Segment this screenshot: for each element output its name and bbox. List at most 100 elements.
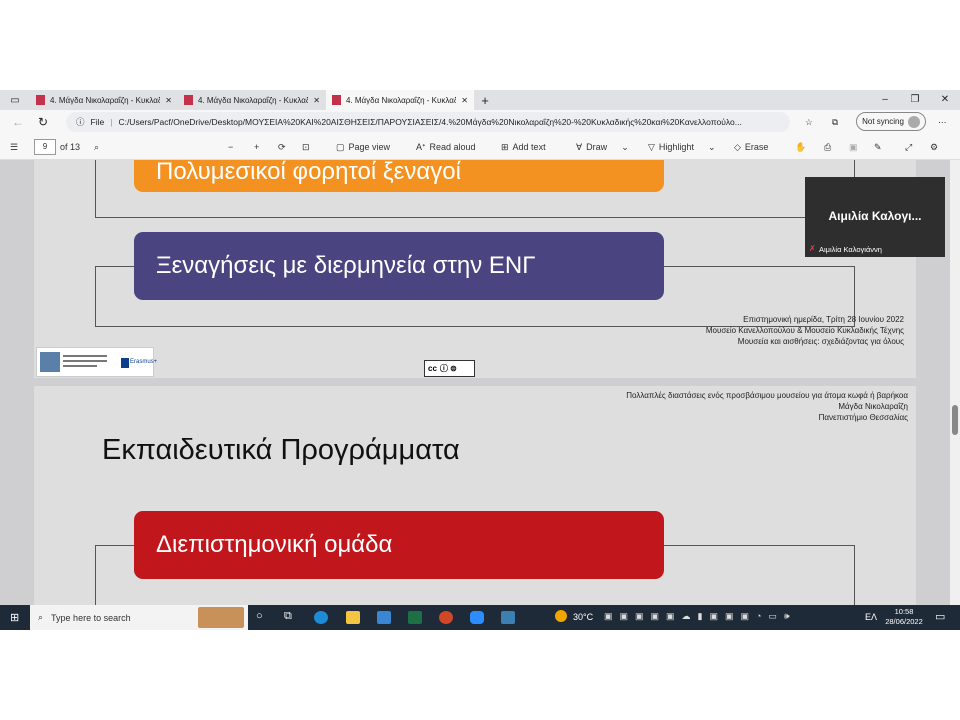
read-aloud-button[interactable]: Aᐩ Read aloud xyxy=(416,134,476,160)
chevron-down-icon: ⌄ xyxy=(707,141,716,152)
slide-page-9: Πολυμεσικοί φορητοί ξεναγοί Ξεναγήσεις μ… xyxy=(34,160,916,378)
pdf-icon xyxy=(184,95,193,105)
erasmus-logo: Erasmus+ xyxy=(36,347,158,377)
close-icon[interactable]: ✕ xyxy=(313,96,320,105)
file-explorer-icon[interactable] xyxy=(346,611,360,624)
zoom-in-icon[interactable]: + xyxy=(254,134,259,160)
scroll-thumb[interactable] xyxy=(952,405,958,435)
browser-tab-2[interactable]: 4. Μάγδα Νικολαραΐζη - Κυκλαδ ✕ xyxy=(178,90,326,110)
task-view-icon[interactable]: ⧉ xyxy=(284,610,292,623)
close-window-icon[interactable]: ✕ xyxy=(930,90,960,110)
chevron-down-icon: ⌄ xyxy=(621,141,629,152)
pdf-icon xyxy=(332,95,341,105)
print-icon[interactable]: ⎙ xyxy=(824,134,831,160)
refresh-icon[interactable]: ↻ xyxy=(38,115,48,129)
highlight-button[interactable]: ▽ Highlight ⌄ xyxy=(648,134,716,160)
find-icon[interactable]: ⌕ xyxy=(94,134,99,160)
page-view-button[interactable]: ▢ Page view xyxy=(336,134,390,160)
browser-window: ▭ 4. Μάγδα Νικολαραΐζη - Κυκλαδ ✕ 4. Μάγ… xyxy=(0,90,960,630)
url-box[interactable]: ⓘ File | C:/Users/Pacf/OneDrive/Desktop/… xyxy=(66,112,790,132)
zoom-out-icon[interactable]: − xyxy=(228,134,233,160)
more-icon[interactable]: ⋯ xyxy=(938,117,947,128)
video-call-tile[interactable]: Αιμιλία Καλογι... ✗ Αιμιλία Καλογιάννη xyxy=(805,177,945,257)
settings-icon[interactable]: ⚙ xyxy=(930,134,938,160)
collections-icon[interactable]: ⧉ xyxy=(832,117,838,128)
clock[interactable]: 10:58 28/06/2022 xyxy=(882,607,926,627)
mail-icon[interactable] xyxy=(377,611,391,624)
photos-icon[interactable] xyxy=(501,611,515,624)
notifications-icon[interactable]: ▭ xyxy=(935,610,945,623)
powerpoint-icon[interactable] xyxy=(439,611,453,624)
save-as-icon[interactable]: ✎ xyxy=(874,134,882,160)
taskbar-search[interactable]: ⌕ Type here to search xyxy=(30,605,248,630)
windows-start-icon[interactable]: ⊞ xyxy=(10,611,19,624)
tray-icons[interactable]: ▣▣▣▣▣☁▮▣▣▣◔▭🕪 xyxy=(604,611,797,622)
browser-tab-3[interactable]: 4. Μάγδα Νικολαραΐζη - Κυκλαδ ✕ xyxy=(326,90,474,110)
excel-icon[interactable] xyxy=(408,611,422,624)
touch-icon[interactable]: ✋ xyxy=(795,134,806,160)
add-text-button[interactable]: ⊞ Add text xyxy=(501,134,546,160)
fullscreen-icon[interactable]: ⤢ xyxy=(905,134,912,160)
read-aloud-icon: Aᐩ xyxy=(416,141,426,152)
url-text[interactable]: C:/Users/Pacf/OneDrive/Desktop/ΜΟΥΣΕΙΑ%2… xyxy=(118,117,741,127)
pdf-toolbar: ☰ 9 of 13 ⌕ − + ⟳ ⊡ ▢ Page view Aᐩ Read al… xyxy=(0,134,960,160)
draw-button[interactable]: ∀ Draw ⌄ xyxy=(576,134,629,160)
pdf-icon xyxy=(36,95,45,105)
rotate-icon[interactable]: ⟳ xyxy=(278,134,286,160)
page-number-input[interactable]: 9 xyxy=(34,139,56,155)
maximize-icon[interactable]: ❐ xyxy=(900,90,930,110)
purple-button: Ξεναγήσεις με διερμηνεία στην ΕΝΓ xyxy=(134,232,664,300)
edge-icon[interactable] xyxy=(314,611,328,624)
tab-actions-icon[interactable]: ▭ xyxy=(0,95,30,106)
page-total: of 13 xyxy=(60,142,81,152)
highlight-icon: ▽ xyxy=(648,141,655,152)
avatar xyxy=(907,115,920,128)
orange-button: Πολυμεσικοί φορητοί ξεναγοί xyxy=(134,160,664,192)
temperature[interactable]: 30°C xyxy=(573,612,593,622)
slide-title: Εκπαιδευτικά Προγράμματα xyxy=(102,434,460,466)
back-icon[interactable]: ← xyxy=(12,115,24,129)
fit-icon[interactable]: ⊡ xyxy=(302,134,310,160)
eraser-icon: ◇ xyxy=(734,141,741,152)
tab-title: 4. Μάγδα Νικολαραΐζη - Κυκλαδ xyxy=(346,95,457,105)
participant-name: Αιμιλία Καλογι... xyxy=(828,209,922,223)
draw-icon: ∀ xyxy=(576,141,583,152)
sync-label: Not syncing xyxy=(862,117,904,126)
tab-title: 4. Μάγδα Νικολαραΐζη - Κυκλαδ xyxy=(198,95,309,105)
close-icon[interactable]: ✕ xyxy=(165,96,172,105)
page-view-icon: ▢ xyxy=(336,141,345,152)
tab-title: 4. Μάγδα Νικολαραΐζη - Κυκλαδ xyxy=(50,95,161,105)
slide-footer: Επιστημονική ημερίδα, Τρίτη 28 Ιουνίου 2… xyxy=(705,315,904,346)
zoom-icon[interactable] xyxy=(470,611,484,624)
participant-label: Αιμιλία Καλογιάννη xyxy=(819,245,882,254)
cortana-icon[interactable]: ○ xyxy=(256,610,263,622)
save-icon[interactable]: ▣ xyxy=(849,134,858,160)
minimize-icon[interactable]: – xyxy=(870,90,900,110)
search-icon: ⌕ xyxy=(38,612,44,622)
tab-bar: ▭ 4. Μάγδα Νικολαραΐζη - Κυκλαδ ✕ 4. Μάγ… xyxy=(0,90,960,110)
contents-icon[interactable]: ☰ xyxy=(10,134,18,160)
erasmus-label: Erasmus+ xyxy=(130,359,158,365)
browser-tab-1[interactable]: 4. Μάγδα Νικολαραΐζη - Κυκλαδ ✕ xyxy=(30,90,178,110)
language-indicator[interactable]: ΕΛ xyxy=(865,612,877,622)
search-placeholder: Type here to search xyxy=(51,612,131,623)
erase-button[interactable]: ◇ Erase xyxy=(734,134,768,160)
slide-header: Πολλαπλές διαστάσεις ενός προσβάσιμου μο… xyxy=(626,391,908,422)
file-label: File xyxy=(90,117,105,127)
window-controls: – ❐ ✕ xyxy=(870,90,960,110)
taskbar: ⊞ ⌕ Type here to search ○ ⧉ 30°C ▣▣▣▣▣☁▮… xyxy=(0,605,960,630)
search-highlight-image xyxy=(198,607,244,628)
profile-button[interactable]: Not syncing xyxy=(856,112,926,131)
address-bar-row: ← ↻ ⓘ File | C:/Users/Pacf/OneDrive/Desk… xyxy=(0,110,960,134)
info-icon: ⓘ xyxy=(76,117,85,127)
favorites-icon[interactable]: ☆ xyxy=(805,117,813,128)
slide-page-10: Πολλαπλές διαστάσεις ενός προσβάσιμου μο… xyxy=(34,386,916,605)
scrollbar[interactable] xyxy=(950,160,960,605)
new-tab-button[interactable]: + xyxy=(474,93,496,108)
close-icon[interactable]: ✕ xyxy=(461,96,468,105)
cc-license-badge: cc ⓘ ⊜ xyxy=(424,360,475,377)
weather-icon[interactable] xyxy=(555,610,567,622)
red-button: Διεπιστημονική ομάδα xyxy=(134,511,664,579)
microphone-muted-icon: ✗ xyxy=(809,244,816,253)
add-text-icon: ⊞ xyxy=(501,141,509,152)
